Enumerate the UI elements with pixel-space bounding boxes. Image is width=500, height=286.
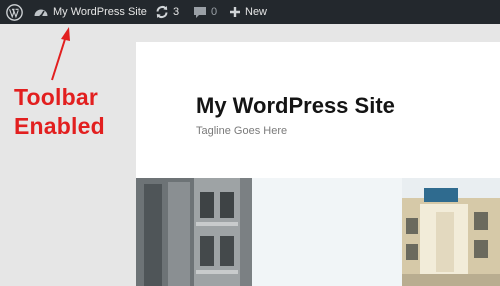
annotation-line-2: Enabled — [14, 113, 105, 139]
annotation-line-1: Toolbar — [14, 84, 99, 110]
annotation-arrow — [51, 27, 70, 81]
annotation-label: Toolbar Enabled — [14, 83, 105, 141]
